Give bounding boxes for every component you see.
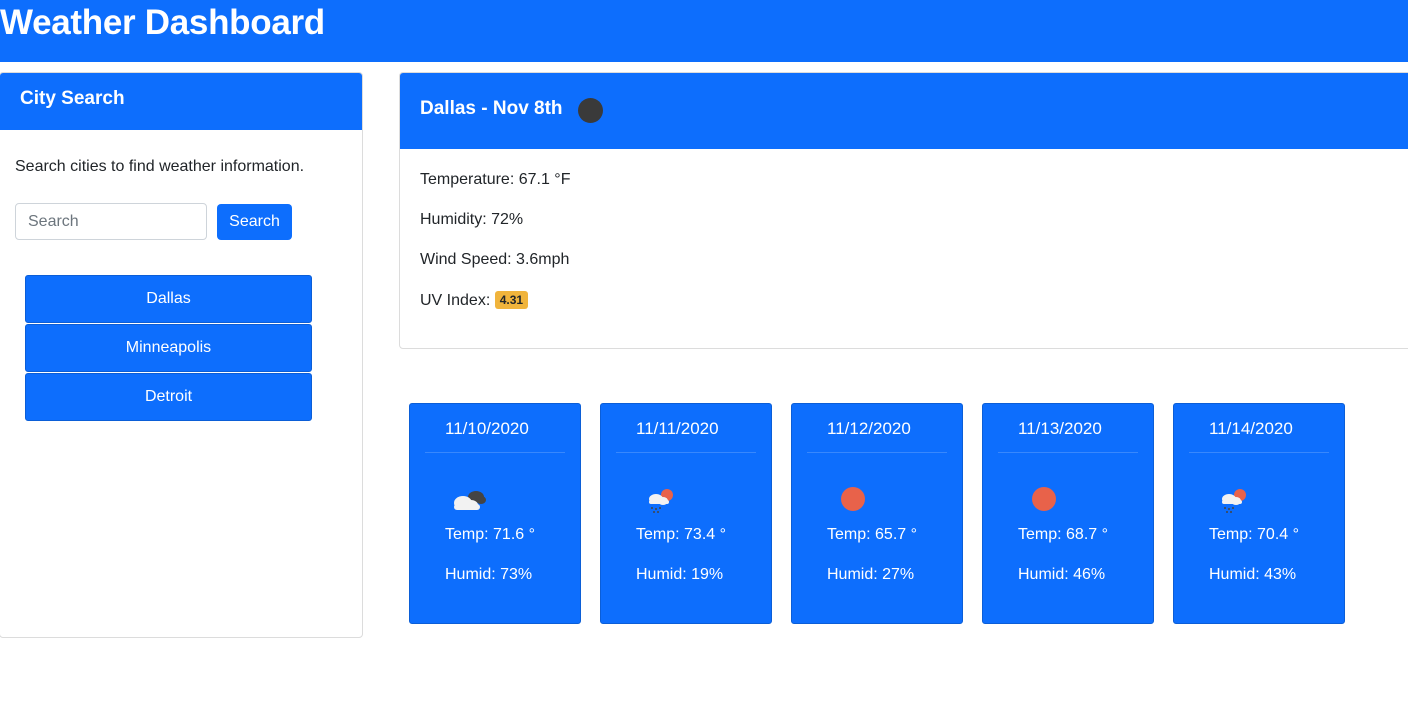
page-title: Weather Dashboard	[0, 3, 325, 42]
forecast-card: 11/10/2020 Temp: 71.6 ° Humid: 73%	[409, 403, 581, 624]
forecast-card: 11/13/2020 Temp: 68.7 ° Humid: 46%	[982, 403, 1154, 624]
current-temperature: Temperature: 67.1 °F	[420, 171, 571, 188]
rain-sun-icon	[649, 489, 673, 513]
forecast-date: 11/11/2020	[636, 419, 719, 438]
navbar: Weather Dashboard	[0, 0, 1408, 62]
forecast-card: 11/12/2020 Temp: 65.7 ° Humid: 27%	[791, 403, 963, 624]
search-history: Dallas Minneapolis Detroit	[25, 275, 312, 422]
search-input[interactable]	[15, 203, 207, 240]
forecast-humidity: Humid: 27%	[827, 566, 915, 583]
forecast-divider	[616, 452, 756, 453]
forecast-date: 11/14/2020	[1209, 419, 1293, 438]
forecast-date: 11/12/2020	[827, 419, 911, 438]
forecast-divider	[425, 452, 565, 453]
current-city-date: Dallas - Nov 8th	[420, 98, 563, 119]
forecast-card: 11/14/2020 Temp: 70.4 ° Humid: 43%	[1173, 403, 1345, 624]
forecast-date: 11/10/2020	[445, 419, 529, 438]
city-search-title: City Search	[20, 88, 125, 109]
forecast-temp: Temp: 68.7 °	[1018, 526, 1108, 543]
history-button-dallas[interactable]: Dallas	[25, 275, 312, 323]
history-button-minneapolis[interactable]: Minneapolis	[25, 324, 312, 372]
forecast-humidity: Humid: 46%	[1018, 566, 1106, 583]
rain-sun-icon	[1222, 489, 1246, 513]
moon-icon	[578, 98, 603, 123]
forecast-card: 11/11/2020 Temp: 73.4 ° Humid: 19%	[600, 403, 772, 624]
forecast-divider	[1189, 452, 1329, 453]
search-button[interactable]: Search	[217, 204, 292, 240]
sun-icon	[841, 487, 865, 511]
city-search-header: City Search	[0, 73, 362, 130]
forecast-humidity: Humid: 19%	[636, 566, 724, 583]
current-uv-row: UV Index: 4.31	[420, 291, 529, 310]
cloudy-icon	[454, 491, 486, 510]
current-weather-card: Dallas - Nov 8th Temperature: 67.1 °F Hu…	[399, 72, 1408, 349]
uv-label: UV Index:	[420, 292, 491, 309]
forecast-temp: Temp: 73.4 °	[636, 526, 726, 543]
forecast-temp: Temp: 70.4 °	[1209, 526, 1299, 543]
sun-icon	[1032, 487, 1056, 511]
current-humidity: Humidity: 72%	[420, 211, 524, 228]
forecast-humidity: Humid: 43%	[1209, 566, 1297, 583]
forecast-humidity: Humid: 73%	[445, 566, 533, 583]
city-search-card: City Search Search cities to find weathe…	[0, 72, 363, 638]
forecast-date: 11/13/2020	[1018, 419, 1102, 438]
forecast-temp: Temp: 65.7 °	[827, 526, 917, 543]
forecast-divider	[998, 452, 1138, 453]
uv-index-badge: 4.31	[494, 291, 529, 309]
history-button-detroit[interactable]: Detroit	[25, 373, 312, 421]
current-weather-header: Dallas - Nov 8th	[400, 73, 1408, 149]
forecast-temp: Temp: 71.6 °	[445, 526, 535, 543]
search-description: Search cities to find weather informatio…	[15, 158, 305, 175]
forecast-divider	[807, 452, 947, 453]
current-wind-speed: Wind Speed: 3.6mph	[420, 251, 570, 268]
